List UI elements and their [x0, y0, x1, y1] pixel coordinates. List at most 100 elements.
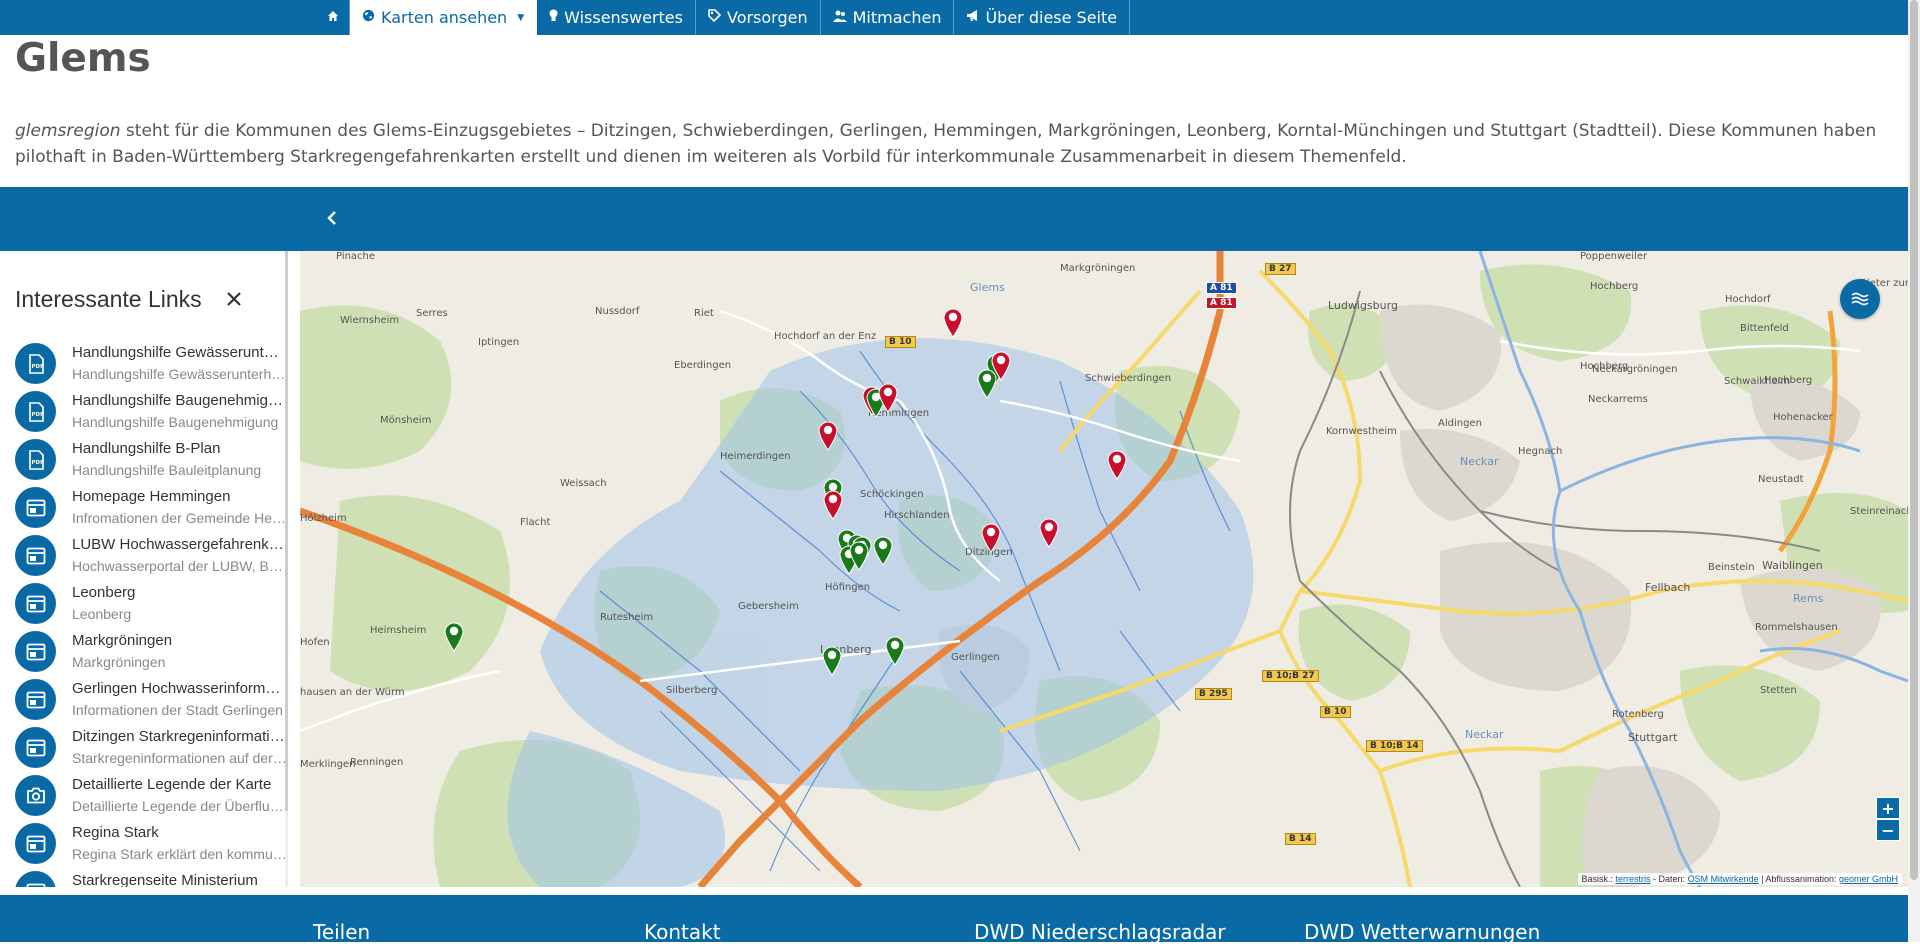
red-map-marker-icon[interactable] — [942, 306, 964, 338]
link-item[interactable]: Homepage Hemmingen Infromationen der Geme… — [15, 487, 287, 535]
map-label-town: Hölzheim — [300, 513, 347, 524]
map-label-town: Renningen — [350, 757, 404, 768]
page-scrollbar[interactable] — [1908, 0, 1920, 942]
link-title[interactable]: Regina Stark — [72, 824, 287, 841]
lightbulb-icon — [549, 9, 558, 26]
green-map-marker-icon[interactable] — [976, 367, 998, 399]
green-map-marker-icon[interactable] — [872, 534, 894, 566]
map-label-town: Hochdorf an der Enz — [774, 331, 877, 342]
map-label-town: Markgröningen — [1060, 263, 1136, 274]
browser-icon — [15, 871, 56, 887]
link-item[interactable]: Regina Stark Regina Stark erklärt den kom… — [15, 823, 287, 871]
link-title[interactable]: Handlungshilfe Gewässerunterhaltung — [72, 344, 287, 361]
road-shield: B 295 — [1195, 688, 1232, 700]
link-title[interactable]: Ditzingen Starkregeninformationen — [72, 728, 287, 745]
map-toolbar — [0, 187, 1908, 251]
link-item[interactable]: PDF Handlungshilfe Baugenehmigung Handlung… — [15, 391, 287, 439]
map-label-town: Mönsheim — [380, 415, 432, 426]
chevron-left-icon[interactable] — [327, 207, 337, 231]
page-scrollbar-thumb[interactable] — [1910, 0, 1918, 880]
link-title[interactable]: Gerlingen Hochwasserinformationen — [72, 680, 287, 697]
red-map-marker-icon[interactable] — [1106, 448, 1128, 480]
map-label-town: Heimerdingen — [720, 451, 791, 462]
attribution-link-terrestris[interactable]: terrestris — [1616, 874, 1651, 884]
link-subtitle: Markgröningen — [72, 654, 166, 670]
road-shield: B 10;B 27 — [1262, 670, 1319, 682]
pdf-icon: PDF — [15, 391, 56, 432]
nav-karten-ansehen[interactable]: Karten ansehen ▼ — [350, 0, 538, 35]
layers-icon[interactable] — [1840, 279, 1880, 319]
footer-heading-kontakt: Kontakt — [644, 920, 721, 944]
map-label-town: Gebersheim — [738, 601, 799, 612]
map-label-town: Hohenacker — [1773, 412, 1833, 423]
page-title: Glems — [15, 36, 151, 81]
home-button[interactable] — [317, 0, 350, 35]
map-label-town: Hirschlanden — [884, 510, 950, 521]
red-map-marker-icon[interactable] — [822, 488, 844, 520]
red-map-marker-icon[interactable] — [817, 419, 839, 451]
link-item[interactable]: Detaillierte Legende der Karte Detaillier… — [15, 775, 287, 823]
zoom-out-button[interactable]: − — [1876, 819, 1900, 841]
road-shield: B 14 — [1285, 833, 1316, 845]
close-icon[interactable] — [226, 285, 242, 313]
link-item[interactable]: Markgröningen Markgröningen — [15, 631, 275, 679]
svg-text:PDF: PDF — [31, 460, 44, 466]
link-title[interactable]: Handlungshilfe B-Plan — [72, 440, 287, 457]
green-map-marker-icon[interactable] — [884, 634, 906, 666]
browser-icon — [15, 631, 56, 672]
link-item[interactable]: PDF Handlungshilfe Gewässerunterhaltung Ha… — [15, 343, 287, 391]
link-subtitle: Informationen der Stadt Gerlingen — [72, 702, 283, 718]
green-map-marker-icon[interactable] — [821, 644, 843, 676]
nav-vorsorgen[interactable]: Vorsorgen — [696, 0, 821, 35]
link-title[interactable]: Markgröningen — [72, 632, 287, 649]
link-title[interactable]: Handlungshilfe Baugenehmigung — [72, 392, 287, 409]
link-subtitle: Handlungshilfe Bauleitplanung — [72, 462, 262, 478]
map-label-town: Poppenweiler — [1580, 251, 1648, 262]
map-label-town: Kornwestheim — [1326, 426, 1397, 437]
map-label-town: Rommelshausen — [1755, 622, 1838, 633]
map-label-town: Rotenberg — [1612, 709, 1664, 720]
link-item[interactable]: PDF Handlungshilfe B-Plan Handlungshilfe B… — [15, 439, 275, 487]
zoom-in-button[interactable]: + — [1876, 797, 1900, 819]
browser-icon — [15, 679, 56, 720]
map-label-town: Aldingen — [1438, 418, 1482, 429]
link-item[interactable]: Gerlingen Hochwasserinformationen Informa… — [15, 679, 287, 727]
link-item[interactable]: Leonberg Leonberg — [15, 583, 275, 631]
nav-wissenswertes[interactable]: Wissenswertes — [537, 0, 696, 35]
pdf-icon: PDF — [15, 439, 56, 480]
attribution-text: | Abflussanimation: — [1758, 874, 1839, 884]
road-shield: B 10 — [1320, 706, 1351, 718]
nav-ueber-diese-seite[interactable]: Über diese Seite — [954, 0, 1131, 35]
red-map-marker-icon[interactable] — [1038, 516, 1060, 548]
link-item[interactable]: Starkregenseite Ministerium — [15, 871, 275, 887]
map-label-town: Höfingen — [825, 582, 871, 593]
map-label-town: Neustadt — [1758, 474, 1804, 485]
map-label-town: Wiernsheim — [340, 315, 400, 326]
map-label-town: Hochberg — [1764, 375, 1813, 386]
link-title[interactable]: Leonberg — [72, 584, 287, 601]
intro-emphasis: glemsregion — [15, 121, 121, 141]
map-label-town: Nussdorf — [595, 306, 640, 317]
link-title[interactable]: Starkregenseite Ministerium — [72, 872, 287, 887]
link-title[interactable]: LUBW Hochwassergefahrenkarten — [72, 536, 287, 553]
flood-map[interactable]: Pinache Glems Markgröningen Poppenweiler Hoc… — [300, 251, 1908, 887]
link-title[interactable]: Detaillierte Legende der Karte — [72, 776, 287, 793]
nav-mitmachen[interactable]: Mitmachen — [821, 0, 955, 35]
nav-label: Wissenswertes — [564, 8, 683, 27]
map-label-town: Riet — [694, 308, 714, 319]
red-map-marker-icon[interactable] — [980, 521, 1002, 553]
link-subtitle: Handlungshilfe Baugenehmigung — [72, 414, 279, 430]
map-label-town: Weissach — [560, 478, 607, 489]
sidebar-scrollbar-thumb[interactable] — [285, 251, 288, 811]
link-title[interactable]: Homepage Hemmingen — [72, 488, 287, 505]
attribution-link-geomer[interactable]: geomer GmbH — [1839, 874, 1898, 884]
bullhorn-icon — [966, 9, 979, 26]
road-shield: A 81 — [1206, 297, 1237, 309]
red-map-marker-icon[interactable] — [877, 381, 899, 413]
green-map-marker-icon[interactable] — [443, 620, 465, 652]
green-map-marker-icon[interactable] — [848, 539, 870, 571]
link-item[interactable]: LUBW Hochwassergefahrenkarten Hochwasserp… — [15, 535, 287, 583]
link-subtitle: Regina Stark erklärt den kommunalen Ansa… — [72, 846, 287, 862]
link-item[interactable]: Ditzingen Starkregeninformationen Starkre… — [15, 727, 287, 775]
attribution-link-osm[interactable]: OSM Mitwirkende — [1688, 874, 1759, 884]
